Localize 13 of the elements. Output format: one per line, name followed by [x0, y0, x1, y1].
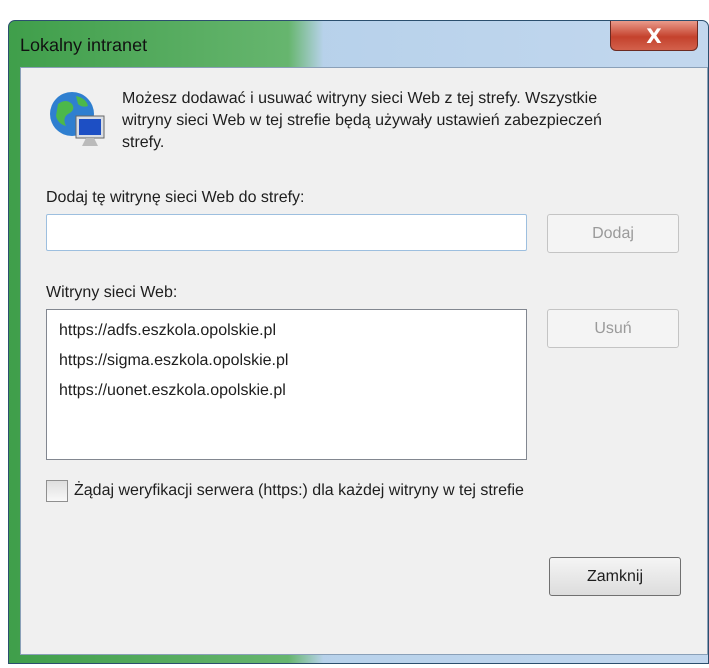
site-list-item[interactable]: https://uonet.eszkola.opolskie.pl — [47, 376, 526, 406]
window-title: Lokalny intranet — [20, 35, 148, 56]
sites-label: Witryny sieci Web: — [46, 283, 178, 303]
site-list-item[interactable]: https://adfs.eszkola.opolskie.pl — [47, 316, 526, 346]
site-list-item[interactable]: https://sigma.eszkola.opolskie.pl — [47, 346, 526, 376]
close-dialog-button[interactable]: Zamknij — [549, 557, 681, 596]
site-input-field[interactable] — [46, 214, 527, 251]
https-checkbox-label[interactable]: Żądaj weryfikacji serwera (https:) dla każdej witryny w tej strefie — [74, 482, 524, 500]
sites-list[interactable]: https://adfs.eszkola.opolskie.pl https://sigma.eszkola.opolskie.pl https://uonet.eszkola.opolskie.pl — [46, 309, 527, 460]
add-site-label: Dodaj tę witrynę sieci Web do strefy: — [46, 188, 306, 208]
https-checkbox[interactable] — [46, 480, 68, 502]
intro-text: Możesz dodawać i usuwać witryny sieci Web z tej strefy. Wszystkie witryny sieci Web w tej strefie będą używały ustawień zabezpieczeń strefy. — [122, 89, 603, 153]
close-button[interactable]: X — [610, 21, 698, 51]
